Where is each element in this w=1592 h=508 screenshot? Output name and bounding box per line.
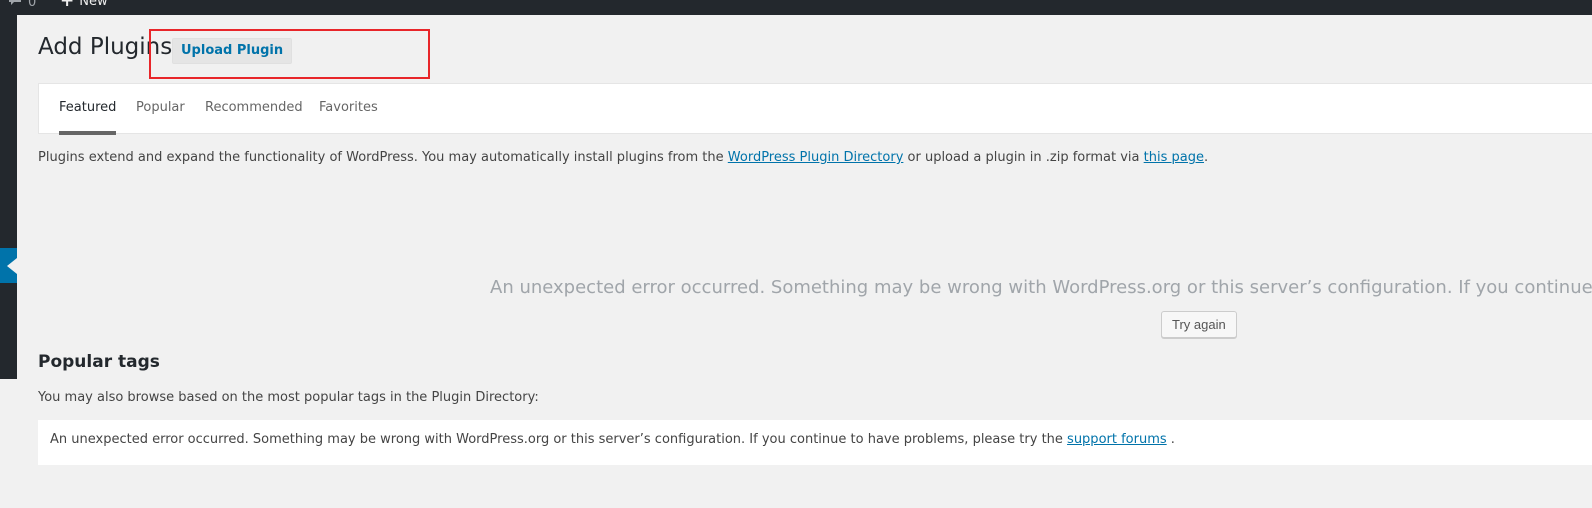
upload-page-link[interactable]: this page bbox=[1144, 150, 1204, 165]
new-label: New bbox=[79, 0, 108, 9]
popular-tags-heading: Popular tags bbox=[38, 352, 160, 372]
new-content-menu[interactable]: + New bbox=[60, 0, 108, 10]
admin-bar: 0 + New bbox=[0, 0, 1592, 15]
tab-featured[interactable]: Featured bbox=[59, 100, 117, 135]
plugin-directory-link[interactable]: WordPress Plugin Directory bbox=[728, 150, 904, 165]
error-message: An unexpected error occurred. Something … bbox=[490, 277, 1592, 298]
comment-icon bbox=[8, 0, 22, 10]
popular-tags-error-text: An unexpected error occurred. Something … bbox=[50, 432, 1068, 447]
support-forums-link[interactable]: support forums bbox=[1067, 432, 1167, 447]
plus-icon: + bbox=[60, 0, 75, 11]
comments-menu[interactable]: 0 bbox=[8, 0, 36, 10]
plugin-filter-bar: Featured Popular Recommended Favorites bbox=[38, 83, 1592, 135]
description-text: Plugins extend and expand the functional… bbox=[38, 150, 728, 165]
popular-tags-error-end: . bbox=[1166, 432, 1175, 447]
admin-sidebar bbox=[0, 15, 17, 508]
tab-popular[interactable]: Popular bbox=[136, 100, 185, 135]
description-text-end: . bbox=[1203, 150, 1209, 165]
admin-menu bbox=[0, 15, 17, 379]
try-again-button[interactable]: Try again bbox=[1161, 311, 1237, 338]
plugins-description: Plugins extend and expand the functional… bbox=[38, 150, 1208, 165]
comments-count: 0 bbox=[28, 0, 37, 10]
tab-favorites[interactable]: Favorites bbox=[319, 100, 378, 135]
current-menu-arrow-icon bbox=[7, 258, 17, 274]
tab-recommended[interactable]: Recommended bbox=[205, 100, 303, 135]
highlight-box bbox=[149, 29, 430, 79]
popular-tags-description: You may also browse based on the most po… bbox=[38, 390, 539, 405]
description-text-middle: or upload a plugin in .zip format via bbox=[903, 150, 1144, 165]
popular-tags-error: An unexpected error occurred. Something … bbox=[38, 420, 1592, 465]
